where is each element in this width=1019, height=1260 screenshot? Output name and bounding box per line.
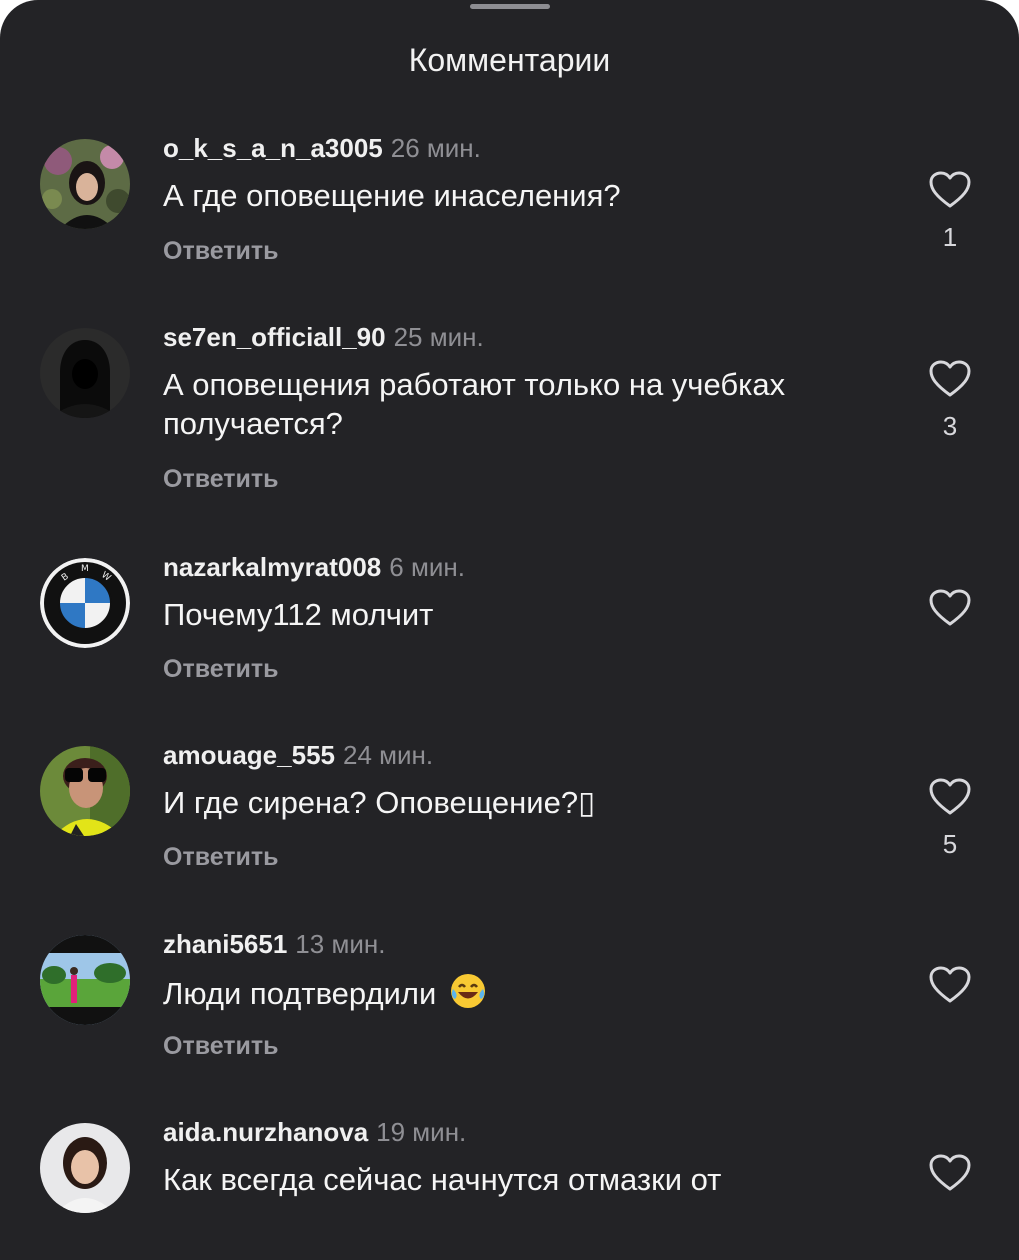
drag-handle[interactable] <box>470 4 550 9</box>
heart-icon <box>929 360 971 397</box>
like-button[interactable] <box>928 965 972 1005</box>
comment-meta: nazarkalmyrat008 6 мин. <box>163 550 465 584</box>
comment-meta: zhani5651 13 мин. <box>163 927 385 961</box>
username[interactable]: se7en_officiall_90 <box>163 322 386 352</box>
like-button[interactable] <box>928 588 972 628</box>
username[interactable]: zhani5651 <box>163 929 287 959</box>
comment-text: И где сирена? Оповещение?▯ <box>163 785 596 820</box>
like-button[interactable] <box>928 777 972 817</box>
like-count: 1 <box>942 222 958 252</box>
comment-time: 19 мин. <box>376 1117 467 1147</box>
comment-text-content: Люди подтвердили <box>163 976 437 1011</box>
heart-icon <box>929 966 971 1003</box>
comment-time: 6 мин. <box>389 552 465 582</box>
svg-text:M: M <box>81 564 89 574</box>
reply-button[interactable]: Ответить <box>163 235 279 267</box>
bmw-logo-avatar[interactable]: B M W <box>40 558 130 648</box>
tears-of-joy-emoji <box>450 974 485 1008</box>
reply-button[interactable]: Ответить <box>163 653 279 685</box>
sheet-title: Комментарии <box>408 42 611 78</box>
comment-time: 24 мин. <box>342 740 434 770</box>
comment-meta: amouage_555 24 мин. <box>163 738 433 772</box>
like-count: 5 <box>942 829 958 859</box>
reply-button[interactable]: Ответить <box>163 1030 279 1062</box>
comment-meta: aida.nurzhanova 19 мин. <box>163 1115 466 1149</box>
comment-text: Люди подтвердили <box>163 972 903 1013</box>
heart-icon <box>929 778 971 815</box>
username[interactable]: aida.nurzhanova <box>163 1117 368 1147</box>
comment-meta: o_k_s_a_n_a3005 26 мин. <box>163 131 481 165</box>
reply-button[interactable]: Ответить <box>163 841 279 873</box>
heart-icon <box>929 589 971 626</box>
comment-text: Как всегда сейчас начнутся отмазки от <box>163 1162 722 1197</box>
heart-icon <box>929 1154 971 1191</box>
username[interactable]: o_k_s_a_n_a3005 <box>163 133 383 163</box>
comment-text: А оповещения работают только на учебках … <box>163 367 786 441</box>
park-photo-avatar[interactable] <box>40 935 130 1025</box>
comment-time: 26 мин. <box>390 133 481 163</box>
comment-text: А где оповещение инаселения? <box>163 178 621 213</box>
like-count: 3 <box>942 411 958 441</box>
username[interactable]: nazarkalmyrat008 <box>163 552 381 582</box>
sunglasses-avatar[interactable] <box>40 746 130 836</box>
reply-button[interactable]: Ответить <box>163 463 279 495</box>
username[interactable]: amouage_555 <box>163 740 335 770</box>
comment-meta: se7en_officiall_90 25 мин. <box>163 320 484 354</box>
heart-icon <box>929 171 971 208</box>
like-button[interactable] <box>928 359 972 399</box>
like-button[interactable] <box>928 1153 972 1193</box>
comments-sheet: Комментарии o_k_s_a_n_a3005 26 мин. А где… <box>0 0 1019 1260</box>
like-button[interactable] <box>928 170 972 210</box>
comment-text: Почему112 молчит <box>163 597 434 632</box>
comment-time: 13 мин. <box>295 929 386 959</box>
hooded-figure-avatar[interactable] <box>40 328 130 418</box>
comment-time: 25 мин. <box>393 322 484 352</box>
user-photo-avatar[interactable] <box>40 139 130 229</box>
